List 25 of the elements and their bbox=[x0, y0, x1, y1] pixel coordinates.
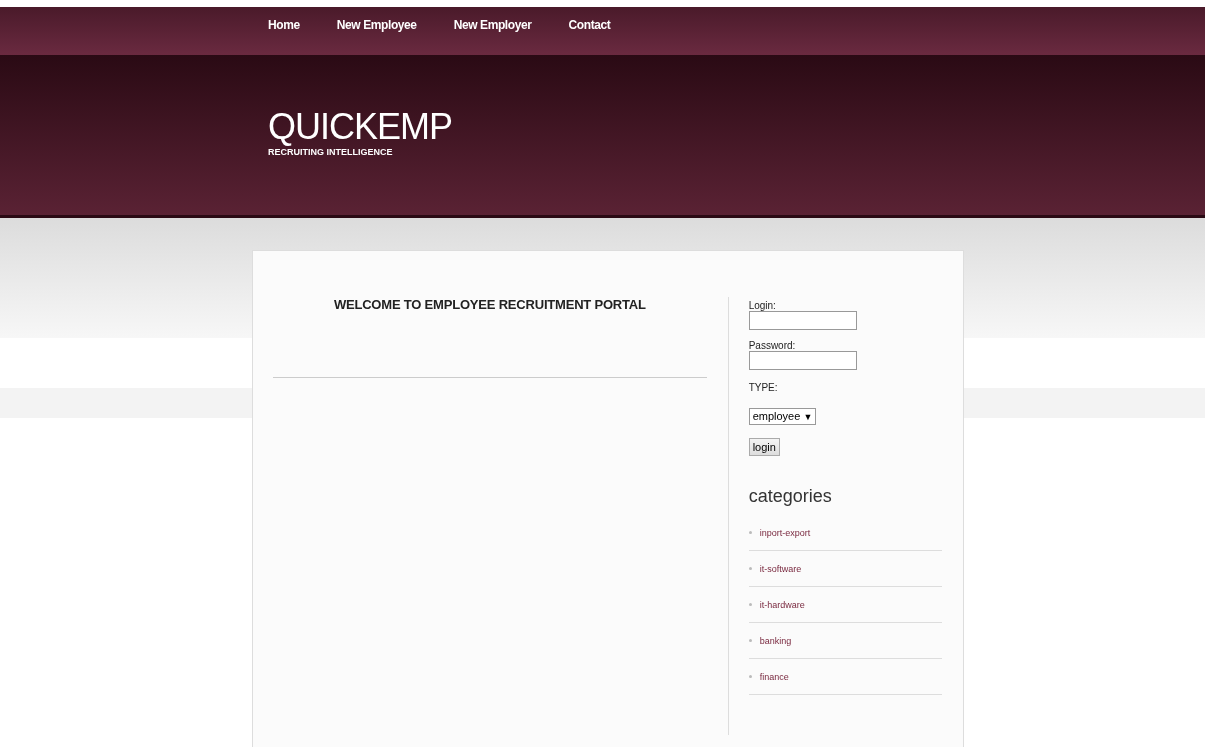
password-input[interactable] bbox=[748, 351, 857, 370]
type-dropdown[interactable]: employee ▼ bbox=[748, 408, 817, 425]
nav-link[interactable]: Contact bbox=[568, 18, 611, 32]
bullet-icon bbox=[748, 567, 752, 570]
bullet-icon bbox=[748, 603, 752, 606]
category-link[interactable]: it-software bbox=[759, 563, 802, 574]
categories-title: categories bbox=[748, 486, 833, 507]
category-link[interactable]: banking bbox=[759, 635, 792, 646]
category-link[interactable]: finance bbox=[759, 671, 789, 682]
field-label: TYPE: bbox=[748, 382, 779, 393]
field-label: Login: bbox=[748, 300, 777, 311]
category-link[interactable]: it-hardware bbox=[759, 599, 805, 610]
login-input[interactable] bbox=[748, 311, 857, 330]
field-label: Password: bbox=[748, 340, 797, 351]
site-title: QUICKEMP bbox=[268, 107, 454, 147]
category-link[interactable]: inport-export bbox=[759, 527, 811, 538]
login-button[interactable]: login bbox=[748, 438, 780, 456]
page-heading: WELCOME TO EMPLOYEE RECRUITMENT PORTAL bbox=[332, 297, 647, 312]
nav-link[interactable]: Home bbox=[268, 18, 300, 32]
nav-link[interactable]: New Employer bbox=[453, 18, 532, 32]
bullet-icon bbox=[748, 639, 752, 642]
nav-link[interactable]: New Employee bbox=[336, 18, 417, 32]
bullet-icon bbox=[748, 531, 752, 534]
site-tagline: RECRUITING INTELLIGENCE bbox=[268, 147, 394, 157]
bullet-icon bbox=[748, 675, 752, 678]
